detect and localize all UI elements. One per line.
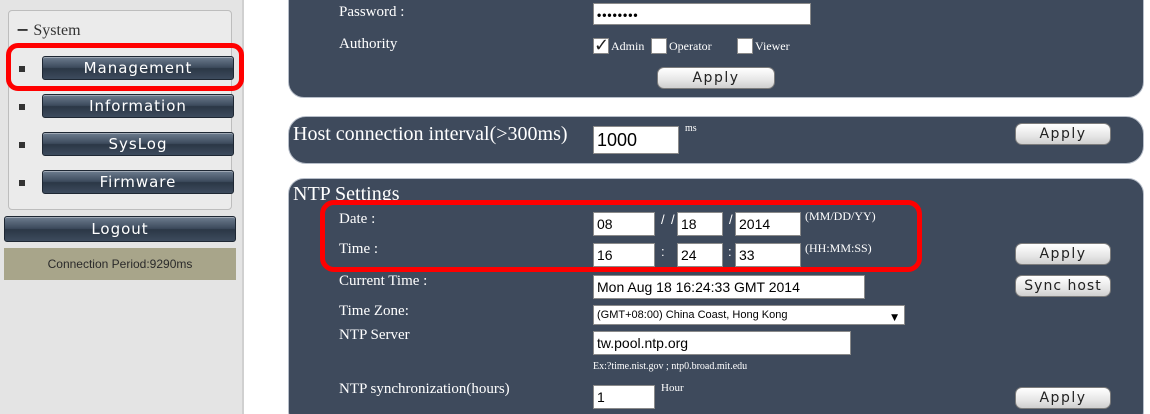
ntp-sync-label: NTP synchronization(hours) (339, 381, 510, 397)
host-interval-label: Host connection interval(>300ms) (293, 123, 568, 145)
management-highlight-annotation (6, 43, 244, 91)
bullet-icon (19, 104, 25, 110)
connection-period-status: Connection Period:9290ms (4, 248, 236, 280)
ntp-sync-input[interactable]: 1 (593, 385, 655, 409)
host-apply-button[interactable]: Apply (1015, 123, 1111, 145)
information-button[interactable]: Information (42, 94, 234, 118)
host-interval-unit: ms (685, 123, 697, 134)
host-interval-input[interactable]: 1000 (593, 126, 679, 154)
dropdown-arrow-icon[interactable]: ▼ (891, 309, 898, 324)
logout-button[interactable]: Logout (4, 216, 236, 242)
ntp-sync-unit: Hour (661, 382, 684, 394)
current-time-field: Mon Aug 18 16:24:33 GMT 2014 (593, 275, 865, 299)
admin-checkbox[interactable] (593, 35, 609, 56)
ntp-server-hint: Ex:?time.nist.gov ; ntp0.broad.mit.edu (593, 361, 748, 372)
password-field[interactable]: •••••••• (593, 3, 811, 25)
authority-label: Authority (339, 36, 398, 52)
timezone-selected-value: (GMT+08:00) China Coast, Hong Kong (597, 309, 788, 321)
ntp-server-input[interactable]: tw.pool.ntp.org (593, 331, 851, 355)
host-interval-panel: Host connection interval(>300ms) 1000 ms… (288, 116, 1144, 164)
password-label: Password : (339, 4, 405, 20)
bullet-icon (19, 142, 25, 148)
timezone-select[interactable]: (GMT+08:00) China Coast, Hong Kong ▼ (593, 305, 905, 325)
datetime-apply-button[interactable]: Apply (1015, 243, 1111, 265)
collapse-icon[interactable]: − (16, 20, 29, 39)
datetime-highlight-annotation (320, 200, 922, 272)
viewer-label: Viewer (755, 39, 790, 53)
ntp-server-label: NTP Server (339, 327, 410, 343)
account-panel: Password : •••••••• Authority Admin Oper… (288, 0, 1144, 98)
timezone-label: Time Zone: (339, 303, 409, 319)
syslog-button[interactable]: SysLog (42, 132, 234, 156)
operator-checkbox[interactable] (651, 38, 667, 54)
operator-label: Operator (669, 39, 712, 53)
system-section-title: System (33, 22, 81, 39)
current-time-label: Current Time : (339, 273, 428, 289)
ntp-sync-apply-button[interactable]: Apply (1015, 387, 1111, 409)
sync-host-button[interactable]: Sync host (1015, 275, 1111, 297)
viewer-checkbox[interactable] (737, 38, 753, 54)
system-section-header[interactable]: − System (16, 20, 81, 40)
bullet-icon (19, 180, 25, 186)
admin-label: Admin (611, 39, 645, 53)
account-apply-button[interactable]: Apply (657, 67, 775, 89)
firmware-button[interactable]: Firmware (42, 170, 234, 194)
